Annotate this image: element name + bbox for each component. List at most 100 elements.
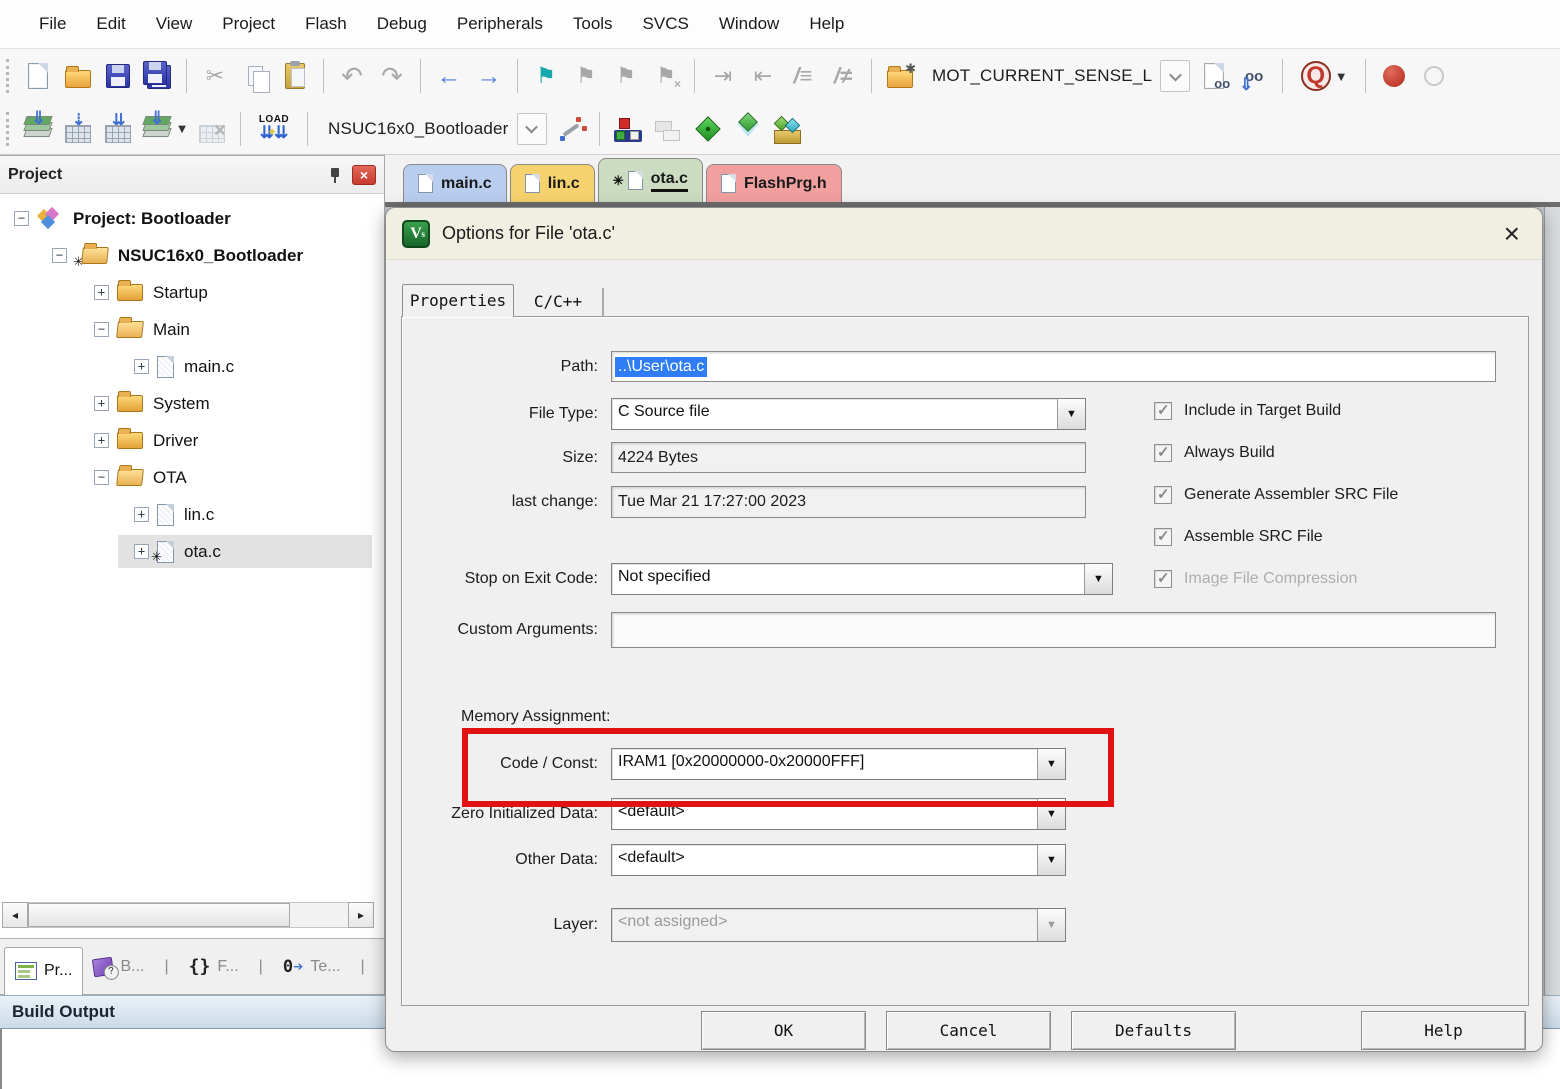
ok-button[interactable]: OK xyxy=(701,1011,866,1050)
comment-icon[interactable]: /≡ xyxy=(786,59,820,93)
custom-arguments-field[interactable] xyxy=(611,612,1496,648)
tree-item-driver[interactable]: + Driver xyxy=(0,422,384,459)
redo-icon[interactable]: ↷ xyxy=(375,59,409,93)
manage-rte-icon[interactable] xyxy=(691,112,725,146)
dialog-title-bar[interactable]: Vs Options for File 'ota.c' × xyxy=(386,208,1542,260)
uncomment-icon[interactable]: /≠ xyxy=(826,59,860,93)
new-file-icon[interactable] xyxy=(21,59,55,93)
pin-icon[interactable] xyxy=(328,167,342,183)
insert-bookmark-icon[interactable]: ⚑ xyxy=(529,59,563,93)
scrollbar-thumb[interactable] xyxy=(28,903,290,927)
collapse-icon[interactable]: − xyxy=(52,248,67,263)
expand-icon[interactable]: + xyxy=(134,544,149,559)
menu-flash[interactable]: Flash xyxy=(290,8,362,40)
outdent-icon[interactable]: ⇤ xyxy=(746,59,780,93)
file-type-combo[interactable]: C Source file xyxy=(611,398,1086,430)
quick-find-icon[interactable]: Q▼ xyxy=(1294,59,1354,93)
tree-item-project-bootloader[interactable]: − Project: Bootloader xyxy=(0,200,384,237)
checked-checkbox-icon[interactable] xyxy=(1154,402,1172,420)
menu-project[interactable]: Project xyxy=(207,8,290,40)
incremental-find-icon[interactable]: oo⇓ xyxy=(1237,59,1271,93)
tree-item-lin-c[interactable]: + lin.c xyxy=(0,496,384,533)
menu-debug[interactable]: Debug xyxy=(362,8,442,40)
path-field[interactable]: ..\User\ota.c xyxy=(611,351,1496,382)
tab-flashprg-h[interactable]: FlashPrg.h xyxy=(706,164,842,202)
expand-icon[interactable]: + xyxy=(94,285,109,300)
download-icon[interactable]: LOAD⇊⇊✦ xyxy=(252,112,296,146)
clear-bookmarks-icon[interactable]: ⚑× xyxy=(649,59,683,93)
search-combo-dropdown[interactable] xyxy=(1160,60,1190,92)
checked-checkbox-icon[interactable] xyxy=(1154,444,1172,462)
translate-icon[interactable]: ⇓ xyxy=(21,112,55,146)
editor-vertical-scrollbar[interactable] xyxy=(1544,207,1560,995)
checked-checkbox-icon[interactable] xyxy=(1154,486,1172,504)
always-build-checkbox[interactable]: Always Build xyxy=(1154,444,1275,462)
scroll-left-icon[interactable]: ◂ xyxy=(2,902,28,928)
tab-functions-view[interactable]: {} F... xyxy=(179,948,249,985)
tree-item-main[interactable]: − Main xyxy=(0,311,384,348)
tree-item-nsuc16x0-bootloader[interactable]: − ✳ NSUC16x0_Bootloader xyxy=(0,237,384,274)
tree-item-main-c[interactable]: + main.c xyxy=(0,348,384,385)
tab-lin-c[interactable]: lin.c xyxy=(510,164,595,202)
menu-tools[interactable]: Tools xyxy=(558,8,628,40)
navigate-back-icon[interactable]: ← xyxy=(432,59,466,93)
collapse-icon[interactable]: − xyxy=(94,322,109,337)
cut-icon[interactable]: ✂ xyxy=(198,59,232,93)
tab-templates-view[interactable]: 0➔ Te... xyxy=(273,949,351,985)
paste-icon[interactable] xyxy=(278,59,312,93)
expand-icon[interactable]: + xyxy=(134,359,149,374)
tree-item-ota-c[interactable]: + ✳ ota.c xyxy=(0,533,384,570)
tree-item-startup[interactable]: + Startup xyxy=(0,274,384,311)
stop-on-exit-combo[interactable]: Not specified xyxy=(611,563,1113,595)
scroll-right-icon[interactable]: ▸ xyxy=(348,902,374,928)
dropdown-arrow-icon[interactable] xyxy=(1037,845,1065,875)
checked-checkbox-icon[interactable] xyxy=(1154,528,1172,546)
expand-icon[interactable]: + xyxy=(94,433,109,448)
previous-bookmark-icon[interactable]: ⚑ xyxy=(609,59,643,93)
multi-project-icon[interactable] xyxy=(651,112,685,146)
find-in-files-icon[interactable]: ✱ xyxy=(883,59,917,93)
search-term-combo[interactable]: MOT_CURRENT_SENSE_L xyxy=(924,60,1190,92)
target-combo-dropdown[interactable] xyxy=(517,113,547,145)
close-panel-icon[interactable]: × xyxy=(352,165,376,185)
menu-window[interactable]: Window xyxy=(704,8,794,40)
next-bookmark-icon[interactable]: ⚑ xyxy=(569,59,603,93)
kill-breakpoints-icon[interactable] xyxy=(1417,59,1451,93)
defaults-button[interactable]: Defaults xyxy=(1071,1011,1236,1050)
indent-icon[interactable]: ⇥ xyxy=(706,59,740,93)
select-software-packs-icon[interactable] xyxy=(731,112,765,146)
scrollbar-track[interactable] xyxy=(28,902,348,928)
options-for-target-icon[interactable] xyxy=(554,112,588,146)
close-icon[interactable]: × xyxy=(1498,221,1526,247)
other-data-combo[interactable]: <default> xyxy=(611,844,1066,876)
copy-icon[interactable] xyxy=(238,59,272,93)
help-button[interactable]: Help xyxy=(1361,1011,1526,1050)
toggle-breakpoint-icon[interactable] xyxy=(1377,59,1411,93)
manage-project-items-icon[interactable] xyxy=(611,112,645,146)
assemble-src-file-checkbox[interactable]: Assemble SRC File xyxy=(1154,528,1323,546)
navigate-forward-icon[interactable]: → xyxy=(472,59,506,93)
tab-books-view[interactable]: B... xyxy=(83,950,154,984)
project-horizontal-scrollbar[interactable]: ◂ ▸ xyxy=(2,901,374,929)
open-file-icon[interactable] xyxy=(61,59,95,93)
tab-c-cpp[interactable]: C/C++ xyxy=(514,288,604,317)
menu-help[interactable]: Help xyxy=(794,8,859,40)
pack-installer-icon[interactable] xyxy=(771,112,805,146)
collapse-icon[interactable]: − xyxy=(94,470,109,485)
menu-view[interactable]: View xyxy=(141,8,208,40)
include-in-target-build-checkbox[interactable]: Include in Target Build xyxy=(1154,402,1341,420)
expand-icon[interactable]: + xyxy=(134,507,149,522)
menu-edit[interactable]: Edit xyxy=(81,8,140,40)
rebuild-icon[interactable]: ⇊ xyxy=(101,112,135,146)
menu-file[interactable]: File xyxy=(24,8,81,40)
generate-assembler-src-checkbox[interactable]: Generate Assembler SRC File xyxy=(1154,486,1398,504)
save-all-icon[interactable] xyxy=(141,59,175,93)
target-select-combo[interactable]: NSUC16x0_Bootloader xyxy=(320,113,547,145)
tab-project-view[interactable]: Pr... xyxy=(4,947,83,995)
tree-item-ota[interactable]: − OTA xyxy=(0,459,384,496)
undo-icon[interactable]: ↶ xyxy=(335,59,369,93)
dropdown-arrow-icon[interactable] xyxy=(1084,564,1112,594)
stop-build-icon[interactable]: × xyxy=(195,112,229,146)
tab-ota-c[interactable]: ✳ ota.c xyxy=(598,158,703,202)
dropdown-arrow-icon[interactable] xyxy=(1037,749,1065,779)
